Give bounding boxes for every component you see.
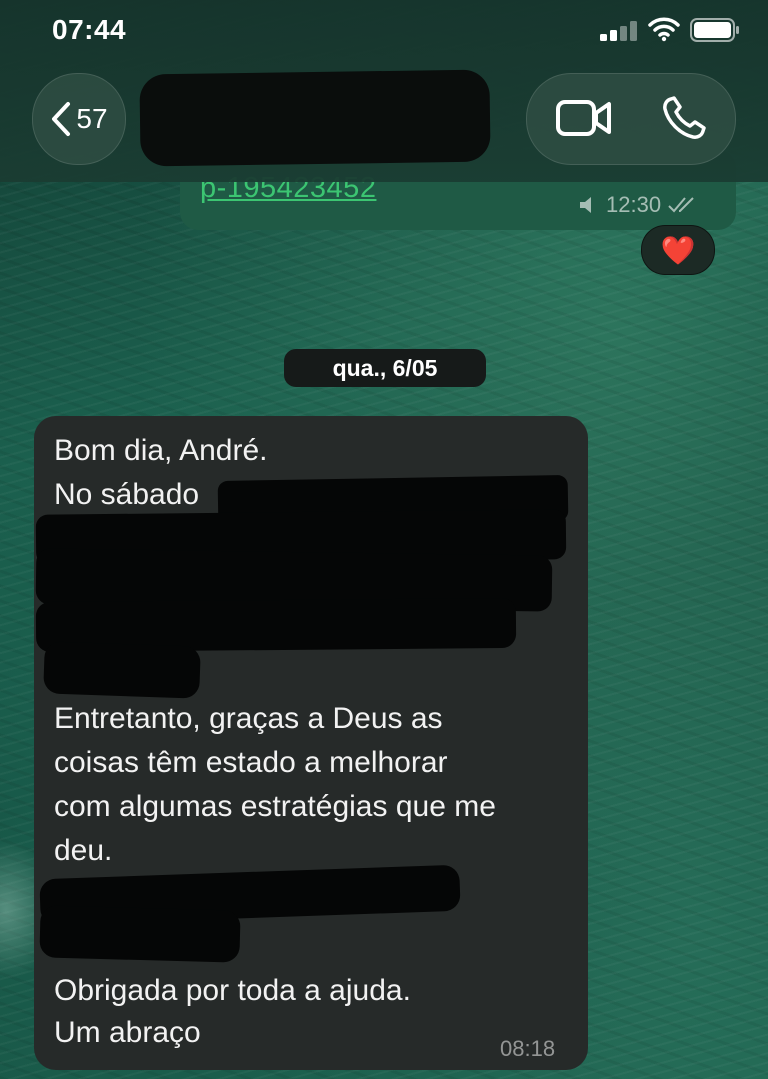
chat-header: 07:44 57 [0,0,768,182]
previous-message-time: 12:30 [606,192,662,217]
phone-call-icon[interactable] [662,96,708,140]
status-bar: 07:44 [0,0,768,60]
chat-screen: p-195423452 12:30 ❤️ 07:44 57 qua., 6/05… [0,0,768,1079]
heart-reaction: ❤️ [660,234,696,266]
previous-message-meta: 12:30 [578,192,701,218]
message-line: com algumas estratégias que me [54,790,496,823]
unread-count: 57 [76,103,108,134]
reaction-badge[interactable]: ❤️ [641,225,715,275]
contact-name-redacted[interactable] [139,69,491,167]
message-line: Entretanto, graças a Deus as [54,702,443,735]
redaction-mark [39,905,241,963]
status-time: 07:44 [52,14,127,45]
message-line: No sábado [54,478,200,511]
message-time: 08:18 [500,1036,556,1061]
wifi-icon [648,17,680,42]
redaction-mark [43,641,201,699]
battery-icon [690,18,739,42]
cellular-signal-icon [600,21,637,41]
message-line: Um abraço [54,1016,201,1049]
message-line: Bom dia, André. [54,434,268,467]
chevron-left-icon [52,102,71,136]
video-call-icon[interactable] [556,98,612,138]
message-line: coisas têm estado a melhorar [54,746,448,779]
message-line: Obrigada por toda a ajuda. [54,974,411,1007]
date-separator: qua., 6/05 [284,349,486,387]
message-line: deu. [54,834,113,867]
back-button[interactable]: 57 [32,73,126,165]
speaker-icon [580,197,591,213]
double-check-icon [668,197,694,213]
